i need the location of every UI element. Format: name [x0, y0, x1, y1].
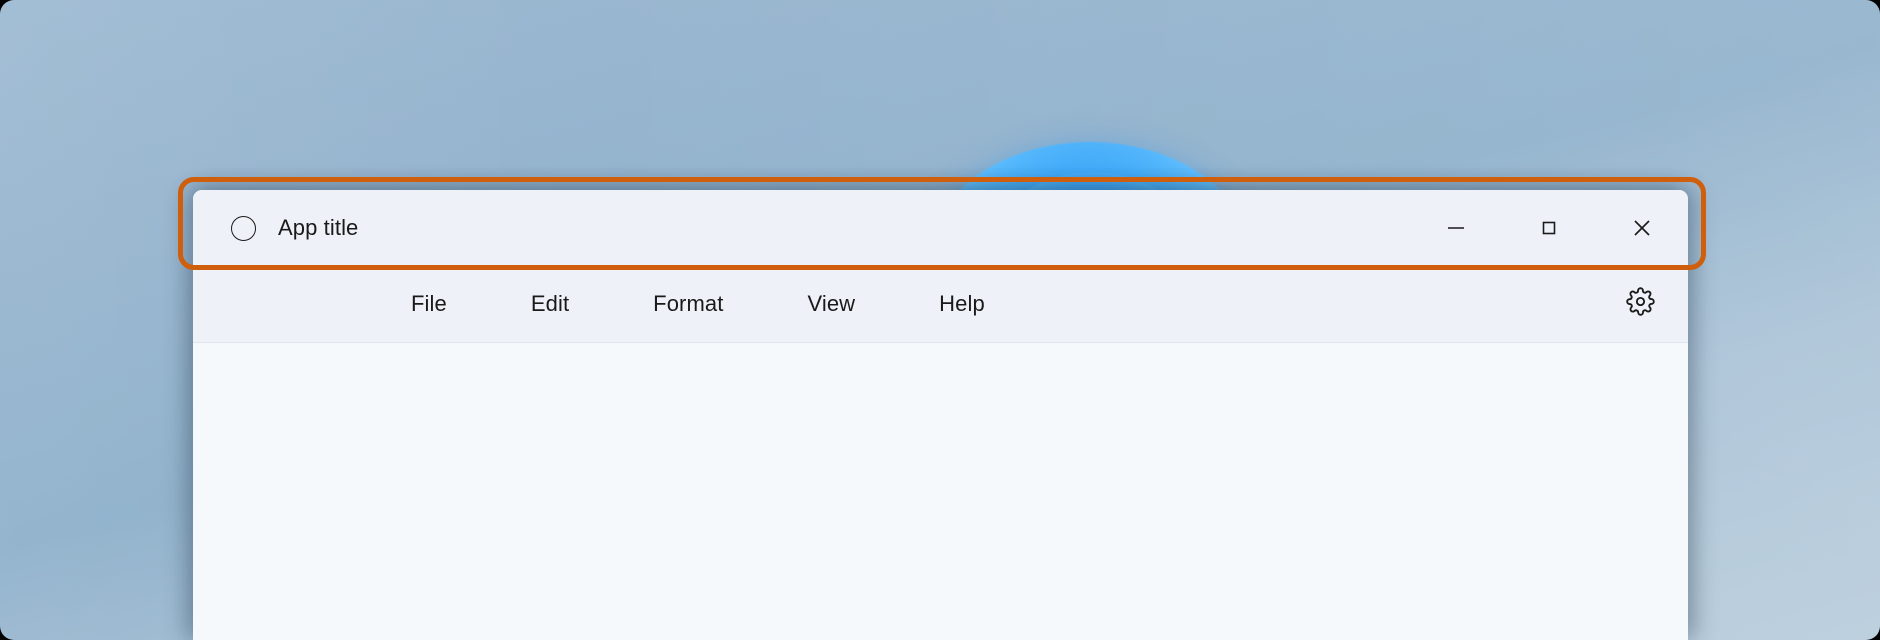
menu-item-view[interactable]: View: [805, 285, 857, 323]
minimize-button[interactable]: [1409, 190, 1502, 266]
maximize-button[interactable]: [1502, 190, 1595, 266]
menu-bar: File Edit Format View Help: [193, 266, 1688, 343]
app-title-label: App title: [278, 215, 359, 240]
window-controls: [1409, 190, 1688, 266]
menu-item-format[interactable]: Format: [651, 285, 725, 323]
menu-item-edit[interactable]: Edit: [529, 285, 571, 323]
menu-item-help[interactable]: Help: [937, 285, 987, 323]
desktop-background: App title File Edit Format View Help: [0, 0, 1880, 640]
settings-button[interactable]: [1618, 282, 1662, 326]
application-window: App title File Edit Format View Help: [193, 190, 1688, 640]
content-area[interactable]: [193, 343, 1688, 640]
gear-icon: [1625, 287, 1655, 321]
menu-item-file[interactable]: File: [409, 285, 449, 323]
menu-item-list: File Edit Format View Help: [409, 285, 987, 323]
title-bar[interactable]: App title: [193, 190, 1688, 266]
close-button[interactable]: [1595, 190, 1688, 266]
maximize-icon: [1537, 216, 1561, 240]
minimize-icon: [1444, 216, 1468, 240]
app-circle-icon: [231, 215, 256, 241]
close-icon: [1629, 215, 1655, 241]
